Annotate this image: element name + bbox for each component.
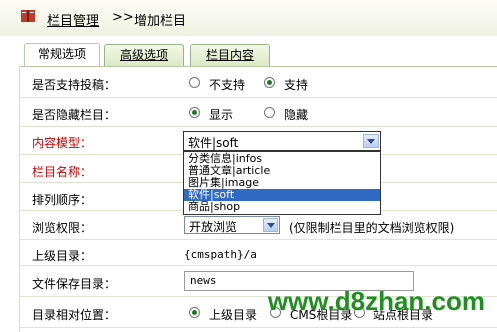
- contribute-yes-radio[interactable]: [264, 77, 275, 88]
- row-permission: 浏览权限： 开放浏览 (仅限制栏目里的文档浏览权限): [20, 211, 497, 240]
- parent-dir-label: 上级目录：: [32, 249, 93, 263]
- contribute-no-radio[interactable]: [189, 77, 200, 88]
- permission-select[interactable]: 开放浏览: [184, 216, 280, 234]
- hidden-label: 是否隐藏栏目：: [32, 108, 117, 122]
- model-dropdown-list: 分类信息|infos 普通文章|article 图片集|image 软件|sof…: [183, 151, 381, 215]
- permission-label: 浏览权限：: [32, 221, 93, 235]
- show-label: 显示: [209, 108, 234, 122]
- model-label: 内容模型：: [32, 136, 93, 150]
- top-bar: 栏目管理 >> 增加栏目: [0, 0, 497, 36]
- show-radio[interactable]: [189, 107, 200, 118]
- site-watermark: www.d8zhan.com: [267, 286, 485, 316]
- chevron-down-icon[interactable]: [263, 218, 278, 232]
- model-option-shop[interactable]: 商品|shop: [184, 201, 380, 213]
- tab-general[interactable]: 常规选项: [24, 43, 100, 67]
- contribute-no-label: 不支持: [209, 78, 246, 92]
- permission-note: (仅限制栏目里的文档浏览权限): [289, 221, 455, 235]
- tab-general-label: 常规选项: [37, 47, 86, 61]
- save-dir-label: 文件保存目录：: [32, 277, 117, 291]
- model-select[interactable]: 软件|soft: [183, 131, 381, 151]
- tab-content[interactable]: 栏目内容: [190, 44, 270, 66]
- hide-radio[interactable]: [264, 107, 275, 118]
- breadcrumb-separator: >>: [112, 10, 134, 25]
- row-contribute: 是否支持投稿： 不支持 支持: [20, 67, 497, 98]
- save-dir-value: news: [190, 274, 217, 287]
- chevron-down-icon[interactable]: [363, 134, 379, 148]
- permission-value: 开放浏览: [189, 220, 238, 234]
- row-hidden: 是否隐藏栏目： 显示 隐藏: [20, 98, 497, 127]
- relative-parent-radio[interactable]: [189, 307, 200, 318]
- hide-label: 隐藏: [284, 108, 309, 122]
- contribute-label: 是否支持投稿：: [32, 78, 117, 92]
- relative-label: 目录相对位置：: [32, 308, 117, 322]
- row-parent-dir: 上级目录： {cmspath}/a: [20, 240, 497, 266]
- relative-parent-label: 上级目录: [209, 308, 258, 322]
- page-title: 增加栏目: [134, 14, 187, 29]
- order-label: 排列顺序：: [32, 193, 93, 207]
- breadcrumb-root-link[interactable]: 栏目管理: [47, 10, 99, 29]
- model-value: 软件|soft: [188, 136, 239, 150]
- name-label: 栏目名称：: [32, 165, 93, 179]
- contribute-yes-label: 支持: [284, 78, 309, 92]
- tab-content-label: 栏目内容: [205, 48, 254, 62]
- tab-advanced-label: 高级选项: [119, 48, 168, 62]
- book-icon: [21, 10, 35, 22]
- tab-advanced[interactable]: 高级选项: [104, 44, 184, 66]
- parent-dir-value: {cmspath}/a: [184, 248, 257, 261]
